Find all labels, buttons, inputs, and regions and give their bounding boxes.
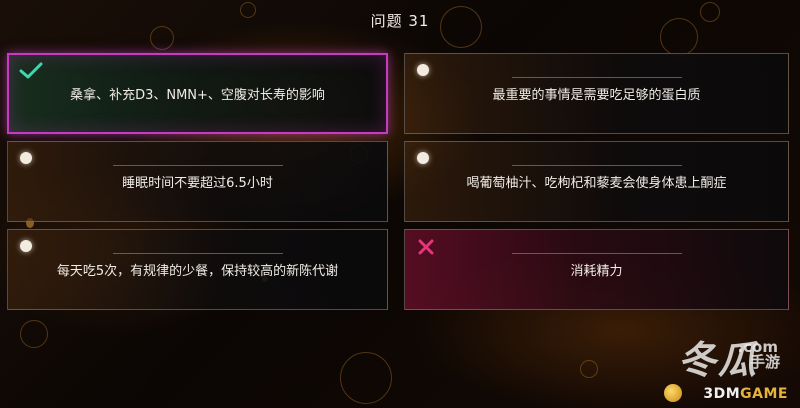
answer-label: 桑拿、补充D3、NMN+、空腹对长寿的影响 [70,88,325,103]
answer-label: 消耗精力 [570,264,623,279]
card-divider [112,253,283,254]
coin-icon [664,384,682,402]
watermark-brand-suffix: GAME [740,386,788,402]
watermark-brand-prefix: 3DM [703,386,741,402]
cross-icon [418,239,434,255]
answer-label: 喝葡萄柚汁、吃枸杞和藜麦会使身体患上酮症 [466,176,727,191]
bokeh-decoration [580,360,598,378]
answer-option-2[interactable]: 最重要的事情是需要吃足够的蛋白质 [404,53,789,134]
answer-option-6[interactable]: 消耗精力 [404,229,789,310]
radio-dot-icon [20,152,32,164]
radio-dot-icon [417,64,429,76]
answer-option-1[interactable]: 桑拿、补充D3、NMN+、空腹对长寿的影响 [7,53,388,134]
bokeh-decoration [20,320,48,348]
watermark-secondary-text: 手游 [749,353,780,371]
answer-label: 睡眠时间不要超过6.5小时 [122,176,273,191]
card-divider [112,165,283,166]
check-icon [19,62,43,79]
answer-option-5[interactable]: 每天吃5次，有规律的少餐，保持较高的新陈代谢 [7,229,388,310]
watermark-brand: 3DMGAME [703,386,788,402]
answer-label: 每天吃5次，有规律的少餐，保持较高的新陈代谢 [56,264,339,279]
radio-dot-icon [20,240,32,252]
radio-dot-icon [417,152,429,164]
card-divider [511,253,682,254]
card-divider [511,165,682,166]
question-title: 问题 31 [370,12,430,30]
card-divider [511,77,682,78]
bokeh-decoration [340,352,392,404]
answer-option-3[interactable]: 睡眠时间不要超过6.5小时 [7,141,388,222]
answer-option-4[interactable]: 喝葡萄柚汁、吃枸杞和藜麦会使身体患上酮症 [404,141,789,222]
answer-label: 最重要的事情是需要吃足够的蛋白质 [492,88,701,103]
